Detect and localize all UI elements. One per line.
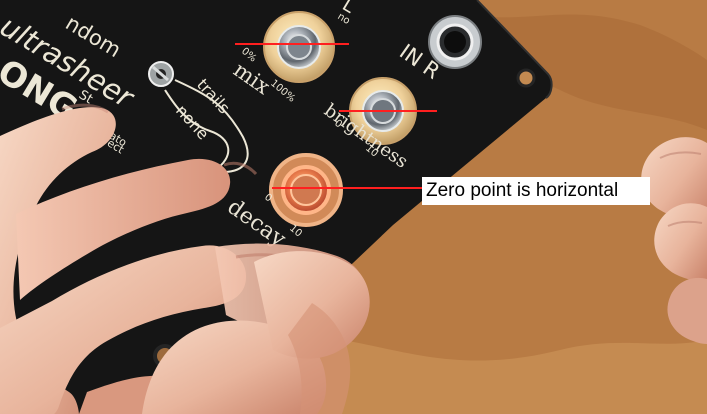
photo-scene: ndom L no ultrasheer ONG St ibrato fect … bbox=[0, 0, 707, 414]
synth-module-photo: ndom L no ultrasheer ONG St ibrato fect … bbox=[0, 0, 707, 414]
panel-screw-hole bbox=[516, 68, 536, 88]
callout-label: Zero point is horizontal bbox=[422, 177, 650, 205]
